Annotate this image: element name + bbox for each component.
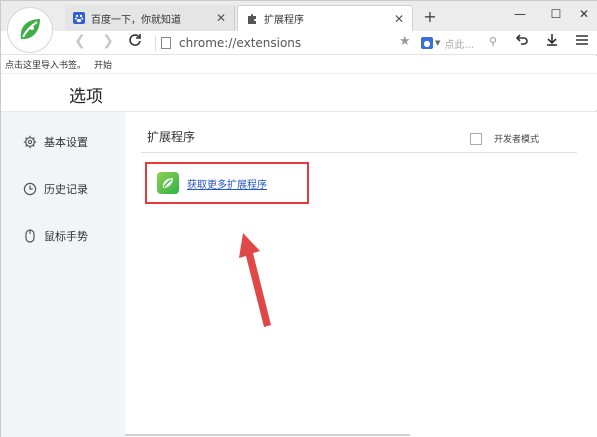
- scrollbar-track[interactable]: [125, 434, 410, 436]
- browser-window: 百度一下，你就知道 ✕ 扩展程序 ✕ + — ☐ ✕ ❮ ❯ chrome://…: [0, 0, 597, 437]
- leaf-logo-icon: [20, 19, 40, 40]
- browser-logo[interactable]: [7, 7, 53, 53]
- annotation-arrow: [239, 233, 271, 327]
